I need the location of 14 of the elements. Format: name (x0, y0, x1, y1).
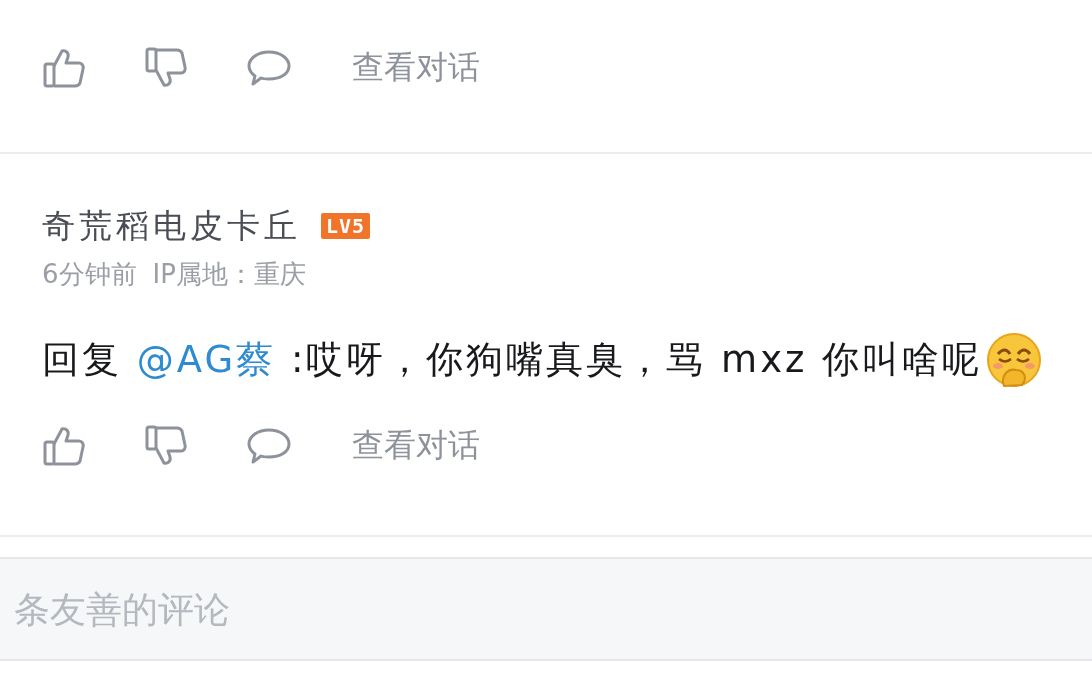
level-badge: LV5 (321, 213, 371, 239)
thumbs-down-icon[interactable] (144, 424, 188, 468)
thumbs-down-icon[interactable] (144, 46, 188, 90)
thumbs-up-icon[interactable] (42, 46, 86, 90)
username[interactable]: 奇荒稻电皮卡丘 (42, 203, 301, 249)
thumbs-up-icon[interactable] (42, 424, 86, 468)
speech-bubble-icon[interactable] (246, 48, 292, 88)
view-conversation-link[interactable]: 查看对话 (352, 46, 480, 90)
ip-location: IP属地：重庆 (152, 257, 306, 291)
post-time: 6分钟前 (42, 257, 137, 291)
mention-link[interactable]: @AG蔡 (136, 338, 277, 381)
comment-text: 回复 @AG蔡 :哎呀，你狗嘴真臭，骂 mxz 你叫啥呢 (42, 337, 983, 383)
view-conversation-link[interactable]: 查看对话 (352, 424, 480, 468)
speech-bubble-icon[interactable] (246, 426, 292, 466)
